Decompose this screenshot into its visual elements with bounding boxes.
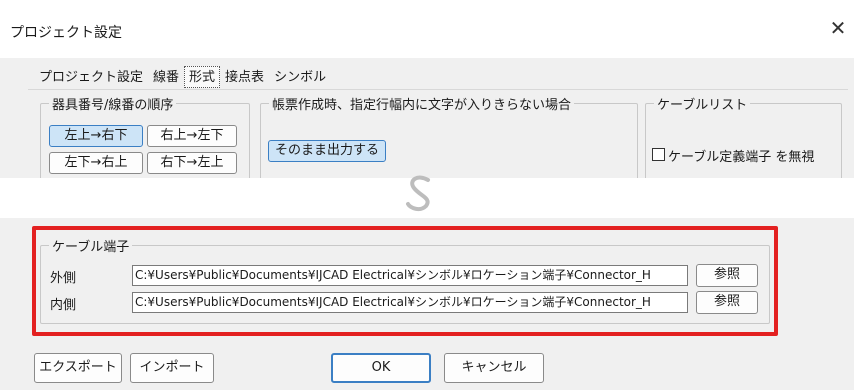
- tab-contact-table[interactable]: 接点表: [220, 66, 269, 88]
- window-title: プロジェクト設定: [10, 25, 122, 41]
- bottom-left-to-top-right-button[interactable]: 左下→右上: [49, 152, 143, 174]
- ok-button[interactable]: OK: [331, 353, 431, 383]
- highlight-frame: [32, 226, 778, 336]
- top-right-to-bottom-left-button[interactable]: 右上→左下: [147, 125, 237, 147]
- tab-wire-number[interactable]: 線番: [148, 66, 184, 88]
- tab-project-settings[interactable]: プロジェクト設定: [34, 66, 148, 88]
- tab-strip: プロジェクト設定 線番 形式 接点表 シンボル: [34, 66, 331, 90]
- cable-list-group-legend: ケーブルリスト: [657, 98, 748, 113]
- export-button[interactable]: エクスポート: [34, 353, 122, 383]
- tab-format[interactable]: 形式: [184, 66, 221, 88]
- close-icon[interactable]: ✕: [826, 16, 850, 40]
- cancel-button[interactable]: キャンセル: [444, 353, 544, 383]
- ignore-cable-terminal-label: ケーブル定義端子 を無視: [668, 150, 815, 165]
- tab-symbol[interactable]: シンボル: [269, 66, 331, 88]
- title-bar: プロジェクト設定 ✕: [0, 0, 854, 58]
- output-as-is-button[interactable]: そのまま出力する: [268, 140, 386, 162]
- ignore-cable-terminal-checkbox[interactable]: [652, 148, 665, 161]
- overflow-group-legend: 帳票作成時、指定行幅内に文字が入りきらない場合: [272, 98, 572, 113]
- cable-list-group: ケーブルリスト: [645, 94, 842, 188]
- tab-divider: [28, 89, 848, 90]
- bottom-right-to-top-left-button[interactable]: 右下→左上: [147, 152, 237, 174]
- import-button[interactable]: インポート: [130, 353, 214, 383]
- top-left-to-bottom-right-button[interactable]: 左上→右下: [49, 125, 143, 147]
- order-group-legend: 器具番号/線番の順序: [52, 98, 174, 113]
- cut-mark-icon: [406, 175, 430, 212]
